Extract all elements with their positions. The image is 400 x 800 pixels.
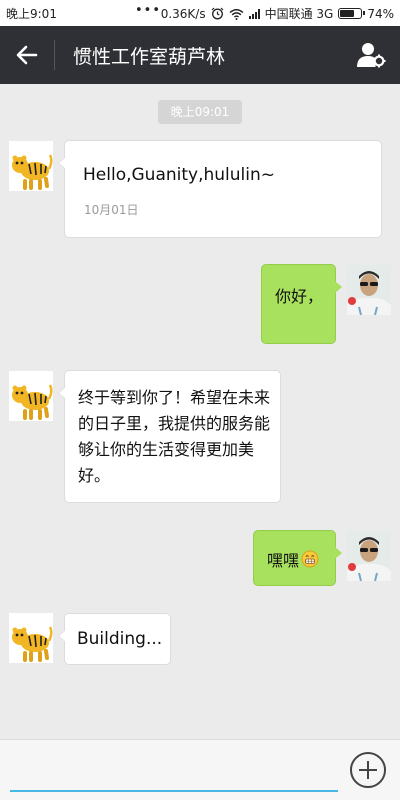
message-bubble-bot[interactable]: Building... xyxy=(58,613,171,665)
wifi-icon xyxy=(229,8,244,20)
carrier-label: 中国联通 3G xyxy=(264,7,334,21)
bot-avatar[interactable] xyxy=(9,141,53,191)
chat-title: 惯性工作室葫芦林 xyxy=(73,46,226,68)
profile-settings-icon[interactable] xyxy=(356,40,386,70)
message-text: 嘿嘿 xyxy=(267,551,300,570)
message-text: 你好， xyxy=(275,287,324,306)
message-text: 终于等到你了！希望在未来的日子里，我提供的服务能够让你的生活变得更加美好。 xyxy=(78,388,271,485)
bot-avatar[interactable] xyxy=(9,613,53,663)
tiger-avatar-icon xyxy=(12,626,53,662)
user-photo-avatar-icon xyxy=(347,531,391,581)
message-bubble-user[interactable]: 嘿嘿 xyxy=(253,530,342,586)
message-bubble-bot[interactable]: 终于等到你了！希望在未来的日子里，我提供的服务能够让你的生活变得更加美好。 xyxy=(58,370,281,503)
network-speed: 0.36K/s xyxy=(160,6,206,21)
user-avatar[interactable] xyxy=(347,531,391,581)
tiger-avatar-icon xyxy=(12,384,53,420)
chat-area[interactable]: 晚上09:01 Hello,Guanity,hululin~ 10月01日 你好… xyxy=(0,84,400,739)
message-content: 嘿嘿 xyxy=(267,547,319,571)
message-bubble-user[interactable]: 你好， xyxy=(261,264,342,344)
message-text: Building... xyxy=(77,629,163,649)
user-avatar[interactable] xyxy=(347,265,391,315)
header-divider xyxy=(54,40,55,70)
back-arrow-icon[interactable] xyxy=(12,40,42,70)
battery-icon xyxy=(338,8,366,19)
input-bar xyxy=(0,739,400,800)
status-time: 晚上9:01 xyxy=(6,7,57,21)
more-dots-icon: ••• xyxy=(135,3,162,18)
user-photo-avatar-icon xyxy=(347,265,391,315)
message-date: 10月01日 xyxy=(84,203,139,217)
battery-percent: 74% xyxy=(367,6,394,21)
status-bar: 晚上9:01 ••• 0.36K/s 中国联通 3G 74% xyxy=(0,0,400,26)
tiger-avatar-icon xyxy=(12,154,53,190)
chat-header: 惯性工作室葫芦林 xyxy=(0,26,400,84)
message-text: Hello,Guanity,hululin~ xyxy=(83,165,275,185)
message-timestamp: 晚上09:01 xyxy=(158,100,242,124)
status-right: 0.36K/s 中国联通 3G 74% xyxy=(161,5,394,22)
alarm-icon xyxy=(211,7,224,20)
message-input[interactable] xyxy=(10,748,338,792)
signal-icon xyxy=(248,8,260,19)
grinning-emoji-icon xyxy=(301,550,319,568)
message-bubble-bot[interactable]: Hello,Guanity,hululin~ 10月01日 xyxy=(58,140,382,238)
bot-avatar[interactable] xyxy=(9,371,53,421)
plus-circle-icon[interactable] xyxy=(350,752,386,788)
